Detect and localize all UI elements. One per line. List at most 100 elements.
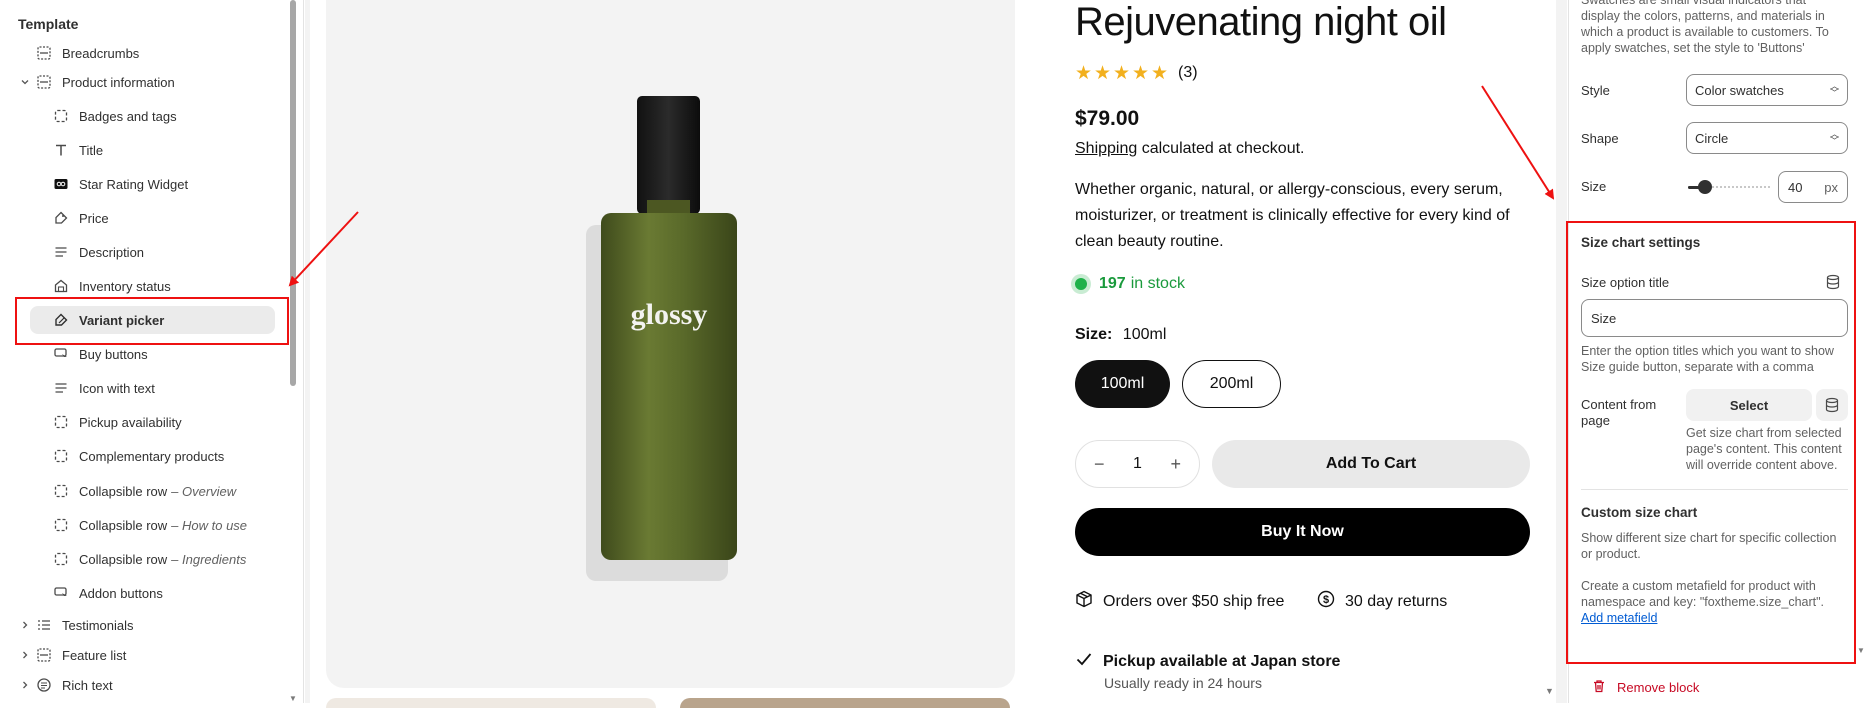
buy-it-now-button[interactable]: Buy It Now: [1075, 508, 1530, 556]
button-cursor-icon: [53, 346, 69, 362]
inventory-icon: [53, 278, 69, 294]
slider-handle[interactable]: [1698, 180, 1712, 194]
variant-option-200ml[interactable]: 200ml: [1182, 360, 1281, 408]
sidebar-item-collapsible-row-ingredients[interactable]: Collapsible row – Ingredients: [53, 545, 246, 573]
sidebar-item-complementary-products[interactable]: Complementary products: [53, 442, 224, 470]
sidebar-item-star-rating-widget[interactable]: Star Rating Widget: [53, 170, 188, 198]
section-icon: [36, 647, 52, 663]
sidebar-item-title[interactable]: Title: [53, 136, 103, 164]
sidebar-item-suffix: – Overview: [171, 483, 237, 499]
sidebar-item-label: Price: [79, 210, 109, 226]
variant-label: Size: 100ml: [1075, 326, 1166, 344]
pickup-availability: Pickup available at Japan store: [1075, 650, 1340, 673]
block-icon: [53, 108, 69, 124]
scroll-down-arrow-icon[interactable]: ▼: [1545, 686, 1554, 696]
sidebar-item-label: Addon buttons: [79, 585, 163, 601]
sidebar-item-rich-text[interactable]: Rich text: [23, 671, 113, 699]
feature-text: 30 day returns: [1345, 592, 1448, 610]
sidebar-item-label: Inventory status: [79, 278, 171, 294]
sidebar-item-price[interactable]: Price: [53, 204, 109, 232]
sidebar-item-pickup-availability[interactable]: Pickup availability: [53, 408, 182, 436]
review-count[interactable]: (3): [1178, 64, 1198, 82]
quantity-value[interactable]: 1: [1133, 455, 1142, 473]
sidebar-item-collapsible-row-how-to-use[interactable]: Collapsible row – How to use: [53, 511, 247, 539]
chevron-up-down-icon: ︿ ﹀: [1829, 129, 1839, 146]
shipping-text: calculated at checkout.: [1137, 140, 1305, 157]
sidebar-item-label: Pickup availability: [79, 414, 182, 430]
scroll-down-arrow-icon[interactable]: ▼: [1857, 646, 1865, 655]
sidebar-item-inventory-status[interactable]: Inventory status: [53, 272, 171, 300]
variant-option-value: 100ml: [1122, 326, 1167, 343]
text-block-icon: [53, 244, 69, 260]
scroll-down-arrow-icon[interactable]: ▼: [289, 694, 297, 703]
sidebar-item-addon-buttons[interactable]: Addon buttons: [53, 579, 163, 607]
feature-free-shipping: Orders over $50 ship free: [1075, 590, 1284, 613]
dollar-circle-icon: $: [1317, 590, 1335, 613]
swatch-help-text: Swatches are small visual indicators tha…: [1581, 0, 1829, 55]
text-icon: [53, 142, 69, 158]
sidebar-item-label: Collapsible row: [79, 551, 168, 567]
block-icon: [53, 414, 69, 430]
size-label: Size: [1581, 179, 1607, 194]
chevron-up-down-icon: ︿ ﹀: [1829, 81, 1839, 98]
block-icon: [53, 448, 69, 464]
sidebar-item-collapsible-row-overview[interactable]: Collapsible row – Overview: [53, 477, 236, 505]
gallery-thumbnail[interactable]: [326, 698, 656, 708]
chevron-right-icon[interactable]: [18, 648, 32, 662]
app-icon: [53, 176, 69, 192]
variant-option-name: Size:: [1075, 326, 1113, 343]
shipping-note: Shipping calculated at checkout.: [1075, 140, 1305, 158]
sidebar-scrollbar-thumb[interactable]: [290, 0, 296, 386]
style-select[interactable]: Color swatches ︿ ﹀: [1686, 74, 1848, 106]
gallery-thumbnail[interactable]: [680, 698, 1010, 708]
shipping-link[interactable]: Shipping: [1075, 140, 1137, 157]
remove-block-button[interactable]: Remove block: [1592, 679, 1699, 696]
section-icon: [36, 45, 52, 61]
sidebar-item-breadcrumbs[interactable]: Breadcrumbs: [36, 39, 139, 67]
sidebar-item-icon-with-text[interactable]: Icon with text: [53, 374, 155, 402]
sidebar-item-description[interactable]: Description: [53, 238, 144, 266]
sidebar-item-testimonials[interactable]: Testimonials: [23, 611, 134, 639]
star-icon: ★: [1132, 62, 1150, 84]
sidebar-item-suffix: – How to use: [171, 517, 248, 533]
sidebar-item-suffix: – Ingredients: [171, 551, 247, 567]
style-select-value: Color swatches: [1695, 82, 1784, 98]
sidebar-item-feature-list[interactable]: Feature list: [23, 641, 127, 669]
size-unit: px: [1824, 179, 1838, 195]
minus-icon[interactable]: −: [1094, 454, 1105, 475]
sidebar-item-label: Product information: [62, 74, 175, 90]
shape-select[interactable]: Circle ︿ ﹀: [1686, 122, 1848, 154]
size-number-input[interactable]: 40 px: [1778, 171, 1848, 203]
pickup-subtitle: Usually ready in 24 hours: [1104, 675, 1262, 691]
sidebar-item-label: Badges and tags: [79, 108, 177, 124]
highlight-box-size-chart-settings: [1566, 221, 1856, 664]
star-icon: ★: [1094, 62, 1112, 84]
add-to-cart-button[interactable]: Add To Cart: [1212, 440, 1530, 488]
stock-count: 197: [1099, 275, 1126, 292]
size-slider[interactable]: [1688, 180, 1770, 194]
button-cursor-icon: [53, 585, 69, 601]
sidebar-item-label: Title: [79, 142, 104, 158]
chevron-down-icon[interactable]: [18, 75, 32, 89]
sidebar-item-product-information[interactable]: Product information: [21, 68, 175, 96]
shape-label: Shape: [1581, 131, 1619, 146]
chevron-right-icon[interactable]: [18, 618, 32, 632]
sidebar-item-label: Feature list: [62, 647, 127, 663]
bottle-brand-label: glossy: [631, 298, 708, 331]
stock-text: in stock: [1130, 275, 1185, 292]
list-icon: [36, 617, 52, 633]
plus-icon[interactable]: +: [1170, 454, 1181, 475]
star-rating[interactable]: ★ ★ ★ ★ ★ (3): [1075, 62, 1198, 84]
checkmark-icon: [1075, 650, 1093, 673]
product-title: Rejuvenating night oil: [1075, 0, 1447, 44]
highlight-box-variant-picker: [15, 297, 289, 345]
sidebar-item-label: Star Rating Widget: [79, 176, 189, 192]
product-image-card[interactable]: glossy: [326, 0, 1015, 688]
sidebar-item-label: Testimonials: [62, 617, 134, 633]
chevron-right-icon[interactable]: [18, 678, 32, 692]
sidebar-item-badges-and-tags[interactable]: Badges and tags: [53, 102, 177, 130]
variant-option-100ml[interactable]: 100ml: [1075, 360, 1170, 408]
section-icon: [36, 74, 52, 90]
sidebar-section-title: Template: [18, 16, 79, 32]
sidebar-item-label: Description: [79, 244, 145, 260]
